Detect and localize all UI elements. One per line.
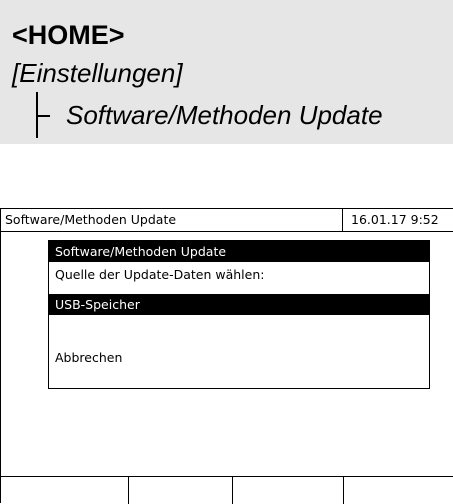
dialog-prompt: Quelle der Update-Daten wählen: — [55, 267, 265, 282]
dialog-header: Software/Methoden Update — [49, 241, 429, 262]
date-time: 16.01.17 9:52 — [351, 212, 439, 227]
option-usb-storage-label: USB-Speicher — [55, 297, 140, 312]
update-source-dialog: Software/Methoden Update Quelle der Upda… — [48, 240, 430, 389]
dialog-title: Software/Methoden Update — [55, 244, 227, 259]
cancel-option[interactable]: Abbrechen — [49, 347, 429, 368]
nav-home-label: <HOME> — [12, 20, 125, 50]
screen-title: Software/Methoden Update — [5, 212, 177, 227]
softkey-3[interactable] — [233, 477, 344, 504]
nav-menu-label: [Einstellungen] — [12, 58, 183, 88]
navigation-path: <HOME> [Einstellungen] Software/Methoden… — [0, 0, 453, 144]
nav-submenu-label: Software/Methoden Update — [66, 100, 383, 130]
device-display: Software/Methoden Update 16.01.17 9:52 S… — [0, 208, 453, 504]
display-title-bar: Software/Methoden Update 16.01.17 9:52 — [1, 209, 453, 232]
softkey-1[interactable] — [1, 477, 129, 504]
softkey-4[interactable] — [344, 477, 453, 504]
cancel-option-label: Abbrechen — [55, 350, 123, 365]
softkey-2[interactable] — [129, 477, 233, 504]
softkey-bar — [1, 476, 453, 504]
title-separator — [342, 209, 343, 231]
option-usb-storage[interactable]: USB-Speicher — [49, 294, 429, 315]
nav-tree-branch — [36, 115, 50, 117]
